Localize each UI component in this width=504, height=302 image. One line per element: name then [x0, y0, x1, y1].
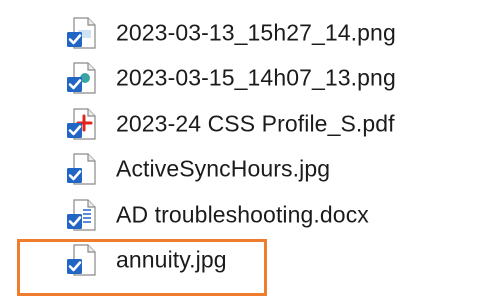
file-name: AD troubleshooting.docx	[116, 201, 369, 228]
file-row-png-1[interactable]: 2023-03-13_15h27_14.png	[0, 10, 504, 56]
file-name: 2023-03-15_14h07_13.png	[116, 64, 396, 91]
file-name: 2023-03-13_15h27_14.png	[116, 19, 396, 46]
file-row-jpg-activesync[interactable]: ActiveSyncHours.jpg	[0, 147, 504, 193]
file-name: 2023-24 CSS Profile_S.pdf	[116, 110, 395, 137]
file-explorer-list-crop: 2023-03-13_15h27_14.png 2023-03-15_14h07…	[0, 0, 504, 302]
file-row-pdf[interactable]: 2023-24 CSS Profile_S.pdf	[0, 101, 504, 147]
file-list: 2023-03-13_15h27_14.png 2023-03-15_14h07…	[0, 10, 504, 283]
file-row-docx[interactable]: AD troubleshooting.docx	[0, 192, 504, 238]
pdf-file-icon	[64, 106, 100, 142]
file-row-png-2[interactable]: 2023-03-15_14h07_13.png	[0, 56, 504, 102]
file-name: ActiveSyncHours.jpg	[116, 155, 331, 182]
image-file-icon	[64, 242, 100, 278]
image-file-icon	[64, 60, 100, 96]
file-name: annuity.jpg	[116, 246, 227, 273]
image-file-icon	[64, 15, 100, 51]
image-file-icon	[64, 151, 100, 187]
word-document-icon	[64, 197, 100, 233]
file-row-jpg-annuity[interactable]: annuity.jpg	[0, 238, 504, 284]
